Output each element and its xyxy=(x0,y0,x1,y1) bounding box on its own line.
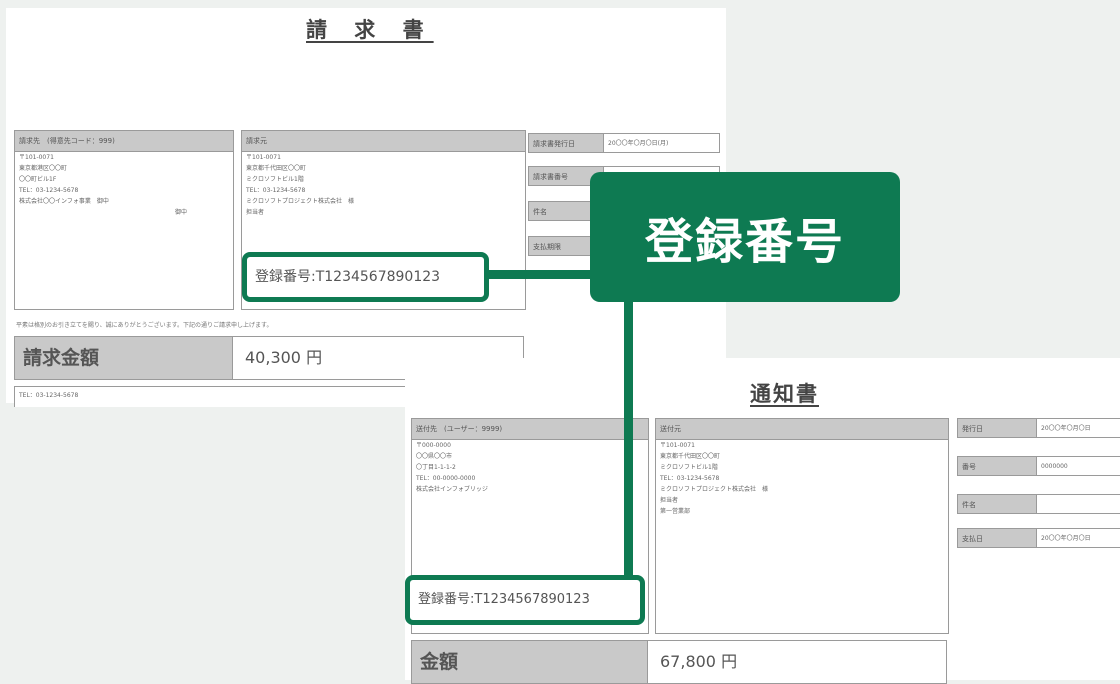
notice-recipient-line: 〇〇県〇〇市 xyxy=(416,453,453,460)
notice-field-number: 番号 0000000 xyxy=(957,456,1120,476)
field-value xyxy=(1037,494,1120,514)
field-label: 請求書発行日 xyxy=(528,133,604,153)
invoice-issuer-header: 請求元 xyxy=(242,131,525,152)
notice-recipient-header: 送付先 (ユーザー：9999) xyxy=(412,419,648,440)
field-value: 20〇〇年〇月〇日 xyxy=(1037,418,1120,438)
invoice-recipient-line: 株式会社〇〇インフォ事業 御中 xyxy=(19,198,109,205)
notice-issuer-line: ミクロソフトビル1階 xyxy=(660,464,718,471)
invoice-recipient-line: TEL：03-1234-5678 xyxy=(19,187,79,194)
invoice-amount-label: 請求金額 xyxy=(15,337,233,379)
notice-amount-row: 金額 67,800 円 xyxy=(411,640,947,684)
registration-number-callout: 登録番号 xyxy=(590,172,900,302)
notice-recipient-line: TEL：00-0000-0000 xyxy=(416,475,476,482)
notice-amount-label: 金額 xyxy=(412,641,648,683)
field-value: 0000000 xyxy=(1037,456,1120,476)
notice-issuer-box: 送付元 〒101-0071 東京都千代田区〇〇町 ミクロソフトビル1階 TEL：… xyxy=(655,418,949,634)
callout-connector-vertical xyxy=(624,300,633,582)
field-value: 20〇〇年〇月〇日(月) xyxy=(604,133,720,153)
field-label: 番号 xyxy=(957,456,1037,476)
notice-registration-number-highlight: 登録番号:T1234567890123 xyxy=(405,575,645,625)
notice-field-payment-date: 支払日 20〇〇年〇月〇日 xyxy=(957,528,1120,548)
notice-title: 通知書 xyxy=(750,382,819,406)
invoice-title: 請 求 書 xyxy=(306,18,434,42)
invoice-recipient-header: 請求先 (得意先コード：999) xyxy=(15,131,233,152)
notice-issuer-line: 担当者 xyxy=(660,497,679,504)
notice-issuer-line: ミクロソフトプロジェクト株式会社 様 xyxy=(660,486,769,493)
notice-issuer-line: 東京都千代田区〇〇町 xyxy=(660,453,721,460)
invoice-recipient-line: 〇〇町ビル1F xyxy=(19,176,57,183)
invoice-registration-number-highlight: 登録番号:T1234567890123 xyxy=(242,252,489,302)
notice-issuer-header: 送付元 xyxy=(656,419,948,440)
callout-connector-horizontal xyxy=(485,270,595,279)
field-value: 20〇〇年〇月〇日 xyxy=(1037,528,1120,548)
field-label: 支払日 xyxy=(957,528,1037,548)
invoice-issuer-line: ミクロソフトビル1階 xyxy=(246,176,304,183)
notice-issuer-line: 〒101-0071 xyxy=(660,442,695,449)
invoice-recipient-line: 東京都港区〇〇町 xyxy=(19,165,68,172)
invoice-field-issue-date: 請求書発行日 20〇〇年〇月〇日(月) xyxy=(528,133,720,153)
notice-recipient-line: 〒000-0000 xyxy=(416,442,451,449)
invoice-issuer-line: 〒101-0071 xyxy=(246,154,281,161)
invoice-recipient-honorific: 御中 xyxy=(175,209,188,216)
invoice-issuer-line: TEL：03-1234-5678 xyxy=(246,187,306,194)
field-label: 発行日 xyxy=(957,418,1037,438)
invoice-issuer-line: ミクロソフトプロジェクト株式会社 様 xyxy=(246,198,355,205)
notice-document: 通知書 送付先 (ユーザー：9999) 〒000-0000 〇〇県〇〇市 〇丁目… xyxy=(405,358,1120,684)
invoice-recipient-line: 〒101-0071 xyxy=(19,154,54,161)
notice-amount-value: 67,800 円 xyxy=(648,641,946,683)
notice-field-issue-date: 発行日 20〇〇年〇月〇日 xyxy=(957,418,1120,438)
notice-field-subject: 件名 xyxy=(957,494,1120,514)
invoice-greeting-note: 平素は格別のお引き立てを賜り、誠にありがとうございます。下記の通りご請求申し上げ… xyxy=(16,322,273,329)
invoice-recipient-box: 請求先 (得意先コード：999) 〒101-0071 東京都港区〇〇町 〇〇町ビ… xyxy=(14,130,234,310)
notice-recipient-line: 株式会社インフォブリッジ xyxy=(416,486,488,493)
notice-recipient-line: 〇丁目1-1-1-2 xyxy=(416,464,456,471)
invoice-issuer-line: 東京都千代田区〇〇町 xyxy=(246,165,307,172)
invoice-issuer-line: 担当者 xyxy=(246,209,265,216)
notice-issuer-line: 第一営業部 xyxy=(660,508,691,515)
field-label: 件名 xyxy=(957,494,1037,514)
notice-issuer-line: TEL：03-1234-5678 xyxy=(660,475,720,482)
